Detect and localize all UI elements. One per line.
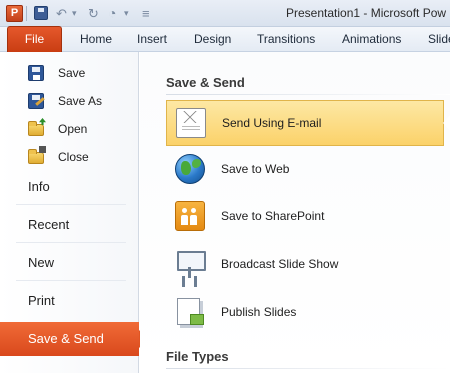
option-label: Save to Web — [221, 162, 290, 176]
nav-divider — [16, 242, 126, 243]
nav-divider — [16, 204, 126, 205]
nav-open-label: Open — [58, 122, 88, 136]
nav-save[interactable]: Save — [8, 62, 133, 84]
publish-slides-icon — [175, 297, 205, 327]
option-label: Broadcast Slide Show — [221, 257, 339, 271]
undo-icon[interactable]: ↶ — [56, 6, 67, 21]
tab-design[interactable]: Design — [194, 27, 231, 52]
ribbon-tab-row: Home Insert Design Transitions Animation… — [0, 27, 450, 52]
nav-close[interactable]: Close — [8, 146, 133, 168]
quick-access-separator — [26, 6, 27, 21]
nav-divider — [16, 280, 126, 281]
window-title: Presentation1 - Microsoft Pow — [286, 6, 447, 20]
nav-tab-print-label: Print — [28, 293, 55, 308]
tab-file[interactable]: File — [7, 26, 62, 52]
section-title-save-and-send: Save & Send — [166, 75, 245, 90]
nav-tab-new-label: New — [28, 255, 55, 270]
nav-close-label: Close — [58, 150, 89, 164]
title-bar: P ↶ ▾ ↻ ◔ ▾ ≡ Presentation1 - Microsoft … — [0, 0, 450, 27]
undo-dropdown-icon[interactable]: ▾ — [72, 6, 77, 21]
repeat-icon[interactable]: ◔ — [108, 6, 116, 21]
nav-tab-save-and-send-label: Save & Send — [28, 331, 104, 346]
save-as-icon — [28, 93, 44, 109]
nav-tab-info-label: Info — [28, 179, 50, 194]
save-icon — [28, 65, 44, 81]
nav-open[interactable]: Open — [8, 118, 133, 140]
nav-save-as[interactable]: Save As — [8, 90, 133, 112]
customize-qat-icon[interactable]: ≡ — [142, 6, 150, 21]
option-send-using-email[interactable]: Send Using E-mail — [166, 100, 450, 146]
close-folder-icon — [28, 149, 44, 164]
nav-tab-recent-label: Recent — [28, 217, 70, 232]
email-icon — [176, 108, 206, 138]
tab-transitions[interactable]: Transitions — [257, 27, 315, 52]
redo-icon[interactable]: ↻ — [88, 6, 99, 21]
section-divider — [166, 368, 450, 369]
section-title-file-types: File Types — [166, 349, 229, 364]
nav-tab-save-and-send[interactable]: Save & Send — [0, 322, 148, 356]
nav-tab-recent[interactable]: Recent — [0, 208, 139, 242]
backstage-content: Save & Send Send Using E-mail Save to We… — [140, 52, 450, 373]
option-label: Publish Slides — [221, 305, 297, 319]
nav-save-label: Save — [58, 66, 86, 80]
option-publish-slides[interactable]: Publish Slides — [166, 290, 444, 336]
repeat-dropdown-icon[interactable]: ▾ — [124, 6, 129, 21]
sharepoint-icon — [175, 201, 205, 231]
option-label: Send Using E-mail — [222, 116, 322, 130]
tab-slide-show[interactable]: Slide — [428, 27, 450, 52]
section-divider — [166, 94, 450, 95]
tab-animations[interactable]: Animations — [342, 27, 401, 52]
tab-home[interactable]: Home — [80, 27, 112, 52]
nav-tab-print[interactable]: Print — [0, 284, 139, 318]
globe-icon — [175, 154, 205, 184]
option-save-to-sharepoint[interactable]: Save to SharePoint — [166, 194, 444, 240]
nav-tab-new[interactable]: New — [0, 246, 139, 280]
option-broadcast-slide-show[interactable]: Broadcast Slide Show — [166, 242, 444, 288]
option-save-to-web[interactable]: Save to Web — [166, 147, 444, 193]
powerpoint-app-icon[interactable]: P — [6, 5, 23, 22]
nav-save-as-label: Save As — [58, 94, 103, 108]
nav-tab-info[interactable]: Info — [0, 170, 139, 204]
backstage-nav: Save Save As Open Close Info Recent New … — [0, 52, 148, 373]
broadcast-icon — [175, 249, 206, 279]
tab-insert[interactable]: Insert — [137, 27, 167, 52]
open-folder-icon — [28, 121, 44, 136]
option-label: Save to SharePoint — [221, 209, 325, 223]
save-icon[interactable] — [34, 6, 48, 20]
